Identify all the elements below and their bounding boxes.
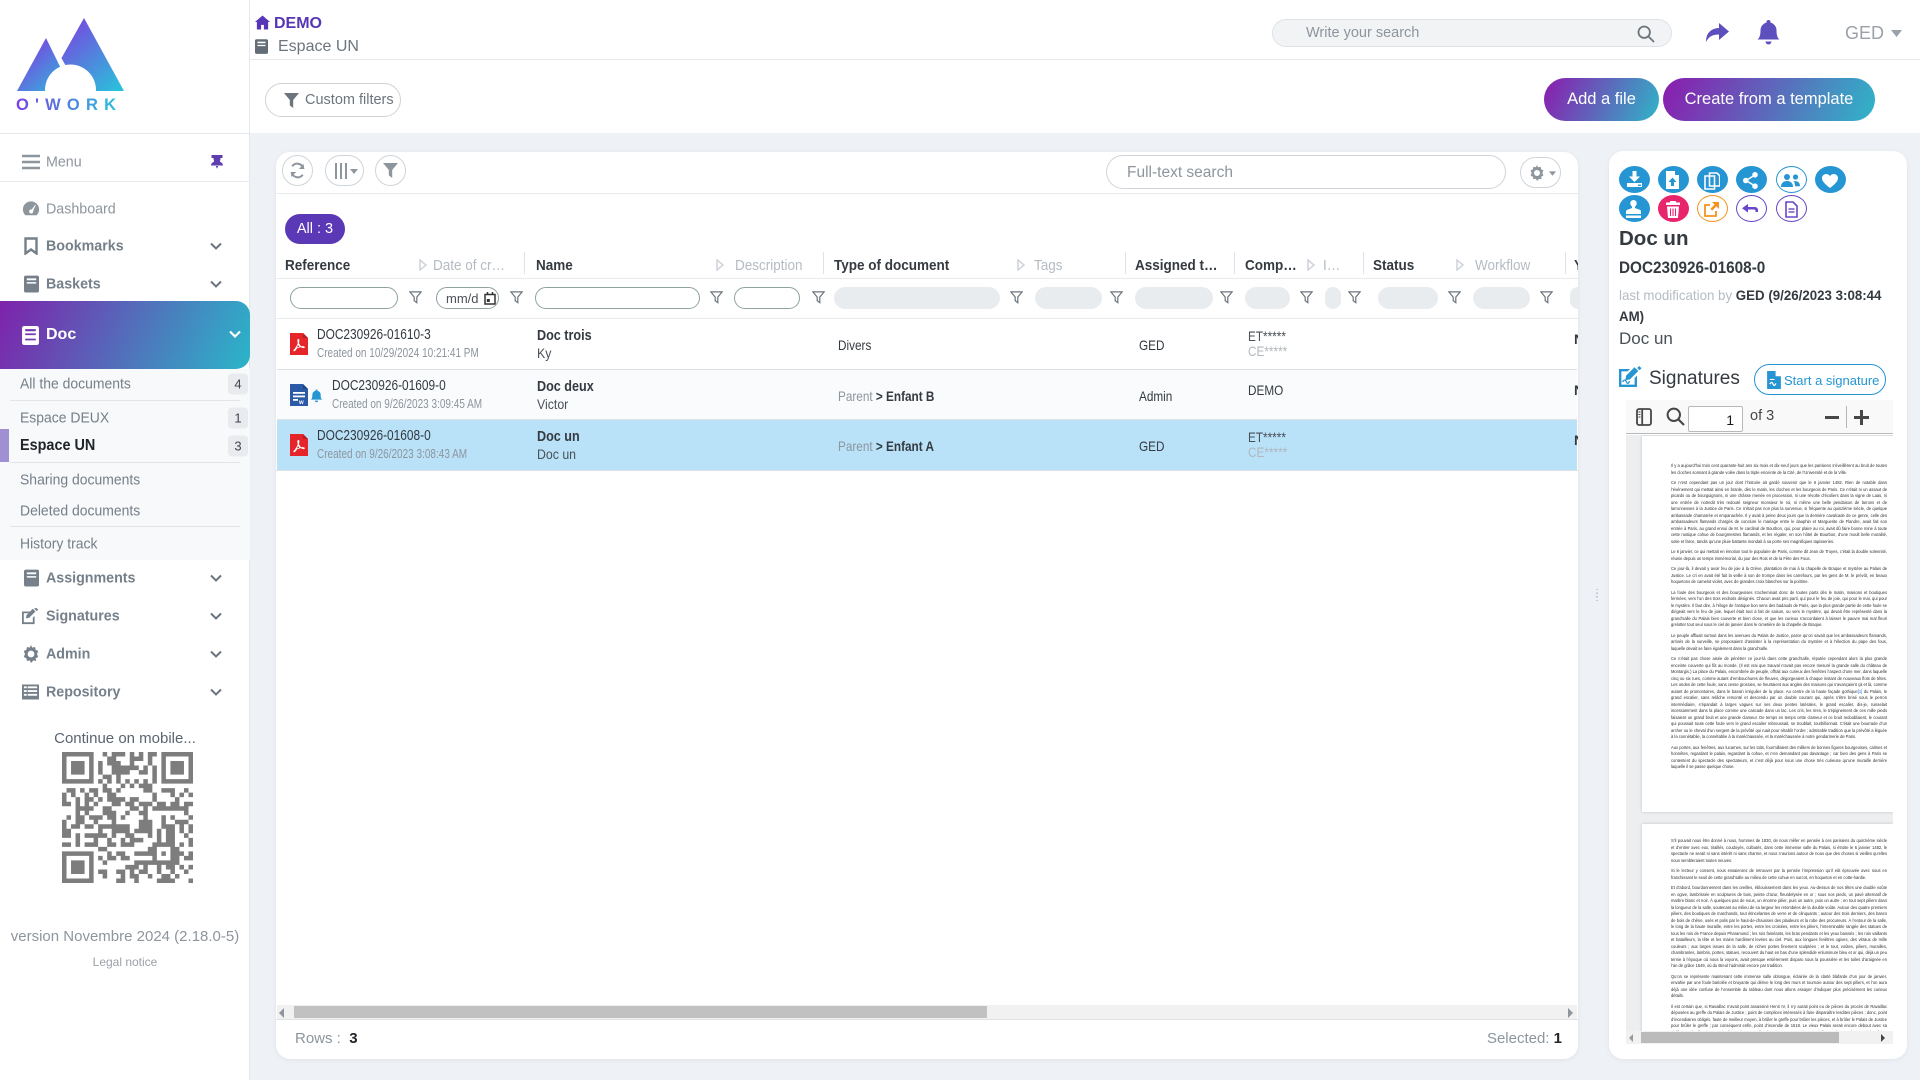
svg-text:O'WORK: O'WORK — [16, 96, 122, 114]
svg-text:w: w — [298, 400, 304, 406]
